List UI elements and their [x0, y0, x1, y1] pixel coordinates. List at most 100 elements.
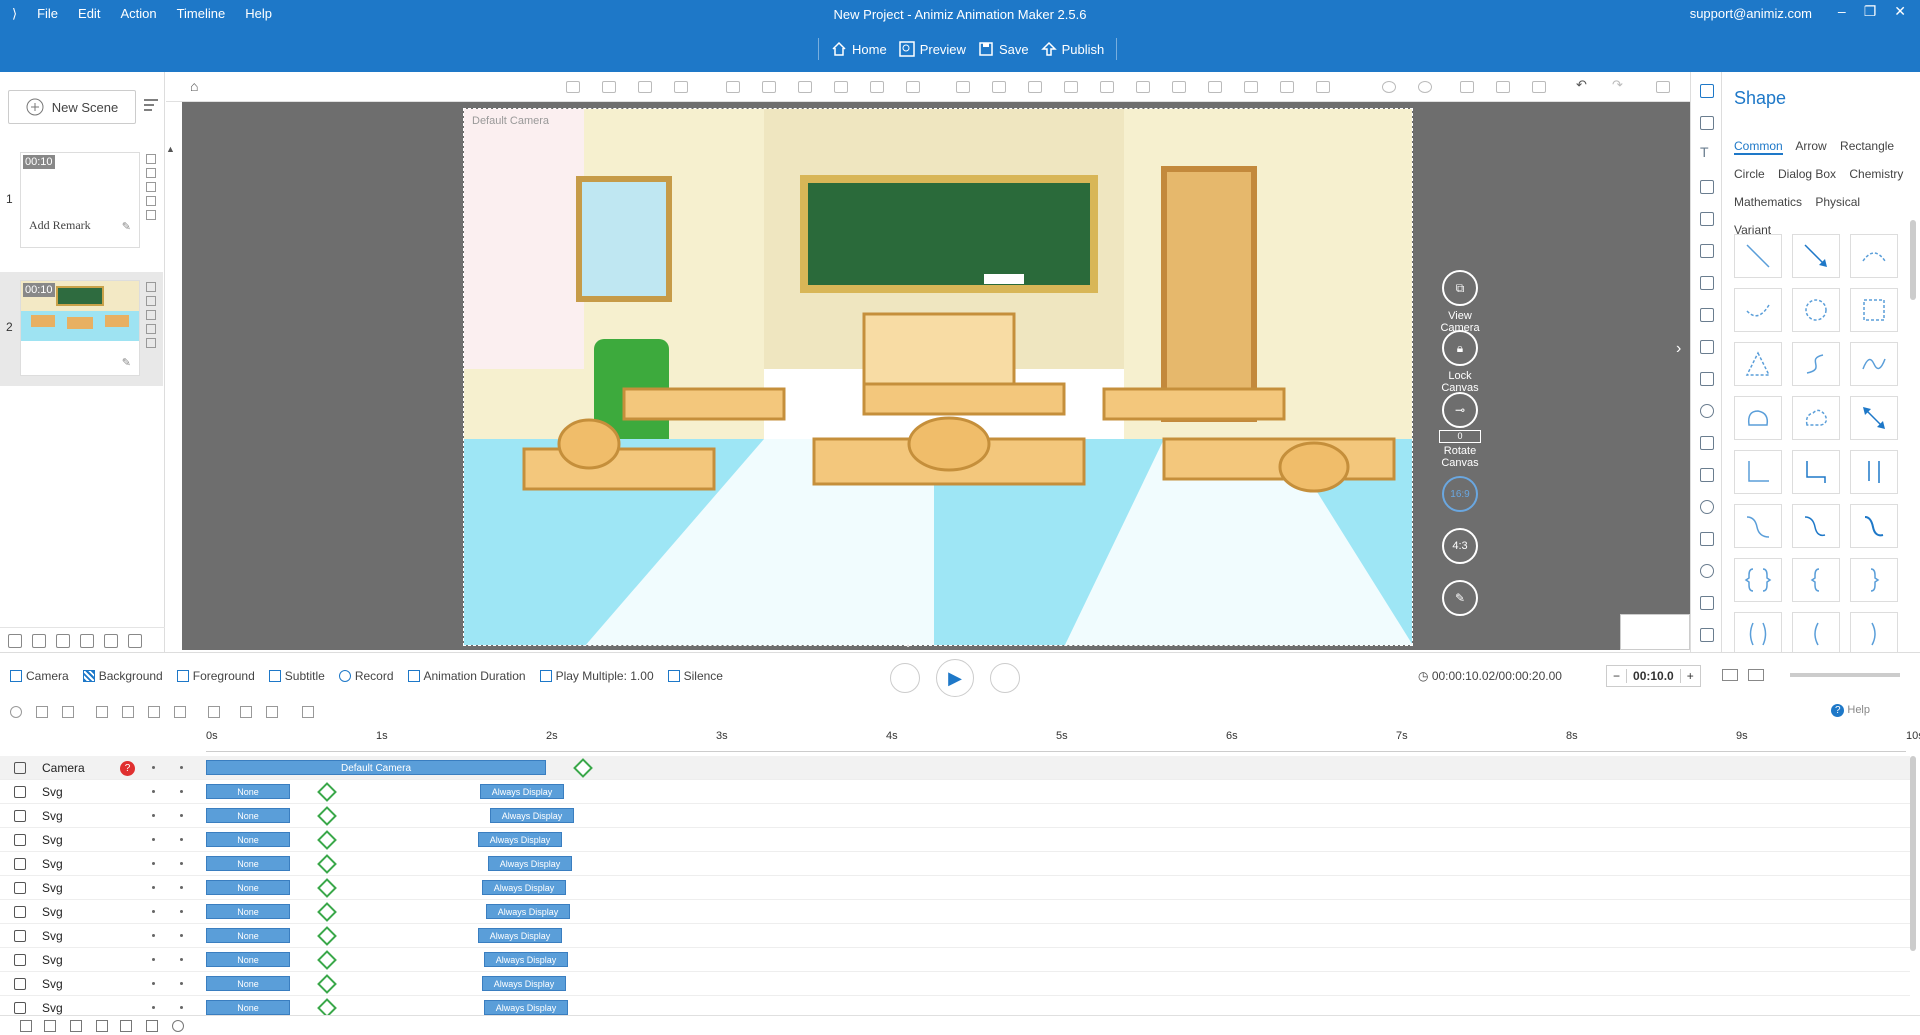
copy-icon[interactable] — [1496, 81, 1510, 93]
text-category-icon[interactable]: T — [1700, 144, 1714, 160]
align-icon[interactable] — [1136, 81, 1150, 93]
default-camera-bar[interactable]: Default Camera — [206, 760, 546, 775]
copy-icon[interactable] — [146, 282, 156, 292]
category-arrow[interactable]: Arrow — [1795, 139, 1826, 153]
view-camera-control[interactable]: ⧉ View Camera — [1430, 270, 1490, 334]
decrease-button[interactable]: − — [1607, 669, 1626, 683]
save-button[interactable]: Save — [978, 41, 1029, 57]
visibility-dot[interactable] — [152, 814, 155, 817]
enter-animation-bar[interactable]: None — [206, 1000, 290, 1015]
folder-icon[interactable] — [44, 1020, 56, 1032]
svg-track[interactable]: Svg None Always Display — [0, 900, 1910, 924]
clear-icon[interactable] — [62, 706, 74, 718]
enter-animation-bar[interactable]: None — [206, 880, 290, 895]
scene-thumbnail[interactable]: 00:10 ✎ — [20, 280, 140, 376]
shape-cloud[interactable] — [1792, 396, 1840, 440]
camera-track[interactable]: Camera ? Default Camera — [0, 756, 1910, 780]
gallery-icon[interactable] — [1700, 628, 1714, 642]
exit-animation-bar[interactable]: Always Display — [480, 784, 564, 799]
keyframe-diamond[interactable] — [317, 806, 337, 826]
exit-animation-bar[interactable]: Always Display — [482, 976, 566, 991]
add-camera-keyframe[interactable] — [573, 758, 593, 778]
lock-dot[interactable] — [180, 838, 183, 841]
move-up-icon[interactable] — [96, 1020, 108, 1032]
add-remark[interactable]: Add Remark — [29, 218, 91, 233]
shape-category-icon[interactable] — [1700, 84, 1714, 98]
keyframe-diamond[interactable] — [317, 950, 337, 970]
svg-track[interactable]: Svg None Always Display — [0, 804, 1910, 828]
keyframe-diamond[interactable] — [317, 878, 337, 898]
visibility-dot[interactable] — [152, 790, 155, 793]
timeline-zoom-slider[interactable] — [1790, 673, 1900, 677]
svg-track[interactable]: Svg None Always Display — [0, 924, 1910, 948]
exit-animation-bar[interactable]: Always Display — [488, 856, 572, 871]
toolbar-icon[interactable] — [602, 81, 616, 93]
more-icon[interactable] — [128, 633, 142, 648]
delete-icon[interactable] — [146, 296, 156, 306]
export-icon[interactable] — [32, 633, 46, 648]
shape-line[interactable] — [1734, 234, 1782, 278]
duplicate-icon[interactable] — [146, 182, 156, 192]
drop-icon[interactable] — [1700, 564, 1714, 578]
enter-animation-bar[interactable]: None — [206, 952, 290, 967]
star-icon[interactable] — [56, 633, 70, 648]
align-icon[interactable] — [1172, 81, 1186, 93]
chart-icon[interactable] — [1700, 500, 1714, 514]
lock-dot[interactable] — [180, 790, 183, 793]
exit-animation-bar[interactable]: Always Display — [484, 952, 568, 967]
shape-right-bracket[interactable] — [1850, 612, 1898, 656]
toolbar-icon[interactable] — [762, 81, 776, 93]
delete-icon[interactable] — [870, 81, 884, 93]
enter-animation-bar[interactable]: None — [206, 832, 290, 847]
animation-duration-option[interactable]: Animation Duration — [407, 669, 526, 683]
delete-icon[interactable] — [146, 168, 156, 178]
category-common[interactable]: Common — [1734, 139, 1783, 155]
rotate-canvas-control[interactable]: ⊸ 0 Rotate Canvas — [1430, 392, 1490, 469]
zoom-out-icon[interactable] — [1418, 81, 1432, 93]
lock-dot[interactable] — [180, 934, 183, 937]
category-rectangle[interactable]: Rectangle — [1840, 139, 1894, 153]
exit-animation-bar[interactable]: Always Display — [482, 880, 566, 895]
close-icon[interactable]: ✕ — [1894, 3, 1906, 20]
category-chemistry[interactable]: Chemistry — [1849, 167, 1903, 181]
camera-option[interactable]: Camera — [10, 669, 69, 683]
keyframe-diamond[interactable] — [317, 998, 337, 1016]
duplicate-icon[interactable] — [146, 310, 156, 320]
redo-icon[interactable]: ↷ — [1612, 77, 1626, 93]
increase-button[interactable]: + — [1681, 669, 1700, 683]
preview-current-button[interactable] — [990, 663, 1020, 693]
keyframe-diamond[interactable] — [317, 974, 337, 994]
align-icon[interactable] — [1280, 81, 1294, 93]
shape-braces[interactable] — [1734, 558, 1782, 602]
record-option[interactable]: Record — [338, 669, 394, 683]
settings-icon[interactable] — [1656, 81, 1670, 93]
shape-triangle[interactable] — [1734, 342, 1782, 386]
preview-button[interactable]: Preview — [898, 41, 966, 57]
toolbar-icon[interactable] — [906, 81, 920, 93]
view-camera-icon[interactable]: ⧉ — [1442, 270, 1478, 306]
align-icon[interactable] — [1028, 81, 1042, 93]
image-category-icon[interactable] — [1700, 116, 1714, 130]
transition-icon[interactable] — [146, 196, 156, 206]
import-icon[interactable] — [8, 633, 22, 648]
shape-double-arrow[interactable] — [1850, 396, 1898, 440]
scene-list-icon[interactable] — [142, 96, 160, 114]
character-category-icon[interactable] — [1700, 180, 1714, 194]
ratio-4-3-button[interactable]: 4:3 — [1430, 528, 1490, 564]
rotate-value[interactable]: 0 — [1439, 430, 1481, 443]
lock-icon[interactable]: 🔒︎ — [1442, 330, 1478, 366]
enter-animation-bar[interactable]: None — [206, 904, 290, 919]
lock-dot[interactable] — [180, 910, 183, 913]
toolbar-icon[interactable] — [834, 81, 848, 93]
toolbar-icon[interactable] — [726, 81, 740, 93]
visibility-dot[interactable] — [152, 910, 155, 913]
exit-animation-bar[interactable]: Always Display — [490, 808, 574, 823]
move-up-icon[interactable] — [80, 633, 94, 648]
enter-animation-bar[interactable]: None — [206, 784, 290, 799]
lock-dot[interactable] — [180, 766, 183, 769]
align-icon[interactable] — [1316, 81, 1330, 93]
undo-icon[interactable]: ↶ — [1576, 77, 1590, 93]
lock-dot[interactable] — [180, 982, 183, 985]
keyframe-diamond[interactable] — [317, 902, 337, 922]
shape-arc[interactable] — [1850, 234, 1898, 278]
